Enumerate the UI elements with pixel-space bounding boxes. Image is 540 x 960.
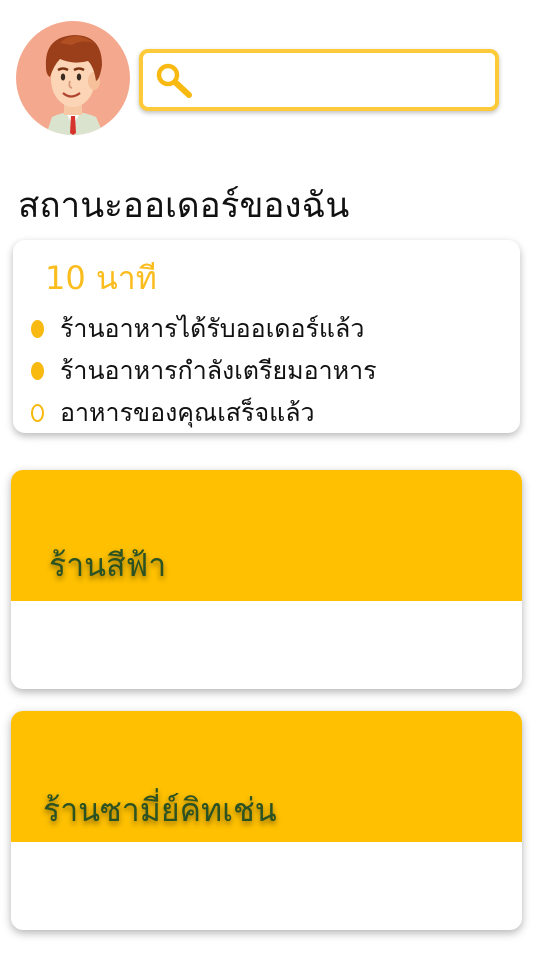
restaurant-card[interactable]: ร้านสีฟ้า [11,470,522,689]
search-icon [156,63,192,98]
avatar[interactable] [16,21,130,135]
page-title: สถานะออเดอร์ของฉัน [18,186,350,226]
status-steps: ร้านอาหารได้รับออเดอร์แล้ว ร้านอาหารกำลั… [31,308,377,434]
step-label: ร้านอาหารได้รับออเดอร์แล้ว [60,314,365,343]
step-label: ร้านอาหารกำลังเตรียมอาหาร [60,356,377,385]
step-pending-indicator [31,404,44,422]
restaurant-name: ร้านซามี่ย์คิทเช่น [43,791,277,829]
status-step-preparing: ร้านอาหารกำลังเตรียมอาหาร [31,350,377,392]
search-input[interactable] [199,59,483,103]
step-done-indicator [31,320,44,338]
step-done-indicator [31,362,44,380]
order-status-card: 10 นาที ร้านอาหารได้รับออเดอร์แล้ว ร้านอ… [13,240,520,433]
user-avatar-icon [45,35,104,135]
status-step-received: ร้านอาหารได้รับออเดอร์แล้ว [31,308,377,350]
restaurant-card[interactable]: ร้านซามี่ย์คิทเช่น [11,711,522,930]
eta-text: 10 นาที [45,259,157,297]
search-box[interactable] [139,49,499,111]
restaurant-name: ร้านสีฟ้า [49,546,167,584]
step-label: อาหารของคุณเสร็จแล้ว [60,398,315,427]
status-step-ready: อาหารของคุณเสร็จแล้ว [31,392,377,434]
